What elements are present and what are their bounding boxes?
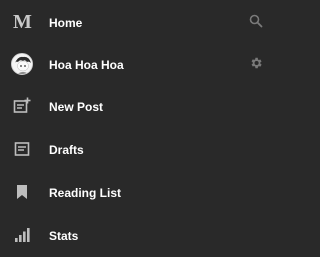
menu-item-stats[interactable]: Stats [0, 215, 273, 257]
search-icon[interactable] [247, 12, 265, 30]
menu-item-drafts[interactable]: Drafts [0, 129, 273, 171]
menu-item-home[interactable]: M Home [0, 2, 273, 44]
menu-item-label: Hoa Hoa Hoa [49, 58, 124, 72]
side-menu: M Home Hoa Hoa Hoa New Post Drafts Readi… [0, 0, 273, 257]
menu-item-profile[interactable]: Hoa Hoa Hoa [0, 44, 273, 86]
menu-item-label: Drafts [49, 143, 84, 157]
bookmark-icon [10, 180, 34, 204]
stats-icon [10, 223, 34, 247]
drafts-icon [10, 137, 34, 161]
avatar [10, 52, 34, 76]
medium-logo-icon: M [10, 10, 34, 34]
menu-item-new-post[interactable]: New Post [0, 86, 273, 128]
gear-icon[interactable] [247, 54, 265, 72]
menu-item-label: New Post [49, 100, 104, 114]
menu-item-label: Home [49, 16, 83, 30]
menu-item-label: Stats [49, 229, 79, 243]
menu-item-label: Reading List [49, 186, 122, 200]
menu-item-reading-list[interactable]: Reading List [0, 172, 273, 214]
new-post-icon [10, 94, 34, 118]
logo-letter: M [13, 11, 32, 33]
